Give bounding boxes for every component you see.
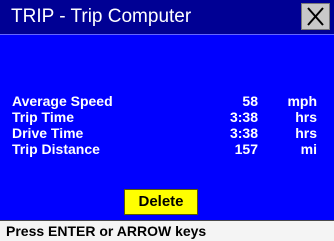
stat-row-average-speed: Average Speed 58 mph xyxy=(12,93,317,109)
stat-value: 3:38 xyxy=(229,109,258,125)
stat-value: 58 xyxy=(242,93,258,109)
stat-unit: hrs xyxy=(295,125,317,141)
stat-label: Average Speed xyxy=(12,93,113,109)
stat-label: Drive Time xyxy=(12,125,84,141)
window-title: TRIP - Trip Computer xyxy=(11,6,192,27)
stat-value: 3:38 xyxy=(229,125,258,141)
stat-value: 157 xyxy=(234,141,258,157)
title-bar: TRIP - Trip Computer xyxy=(0,0,334,35)
stat-unit: hrs xyxy=(295,109,317,125)
stat-unit: mi xyxy=(300,141,317,157)
status-bar: Press ENTER or ARROW keys xyxy=(0,220,334,241)
status-text: Press ENTER or ARROW keys xyxy=(6,223,207,239)
stat-row-trip-distance: Trip Distance 157 mi xyxy=(12,141,317,157)
delete-button[interactable]: Delete xyxy=(124,189,198,215)
stat-unit: mph xyxy=(287,93,317,109)
stat-label: Trip Time xyxy=(12,109,74,125)
stat-row-trip-time: Trip Time 3:38 hrs xyxy=(12,109,317,125)
trip-computer-screen: TRIP - Trip Computer Average Speed 58 mp… xyxy=(0,0,334,241)
trip-stats-table: Average Speed 58 mph Trip Time 3:38 hrs … xyxy=(12,93,317,157)
close-button[interactable] xyxy=(301,3,330,30)
stat-label: Trip Distance xyxy=(12,141,100,157)
close-icon xyxy=(307,7,324,26)
stat-row-drive-time: Drive Time 3:38 hrs xyxy=(12,125,317,141)
